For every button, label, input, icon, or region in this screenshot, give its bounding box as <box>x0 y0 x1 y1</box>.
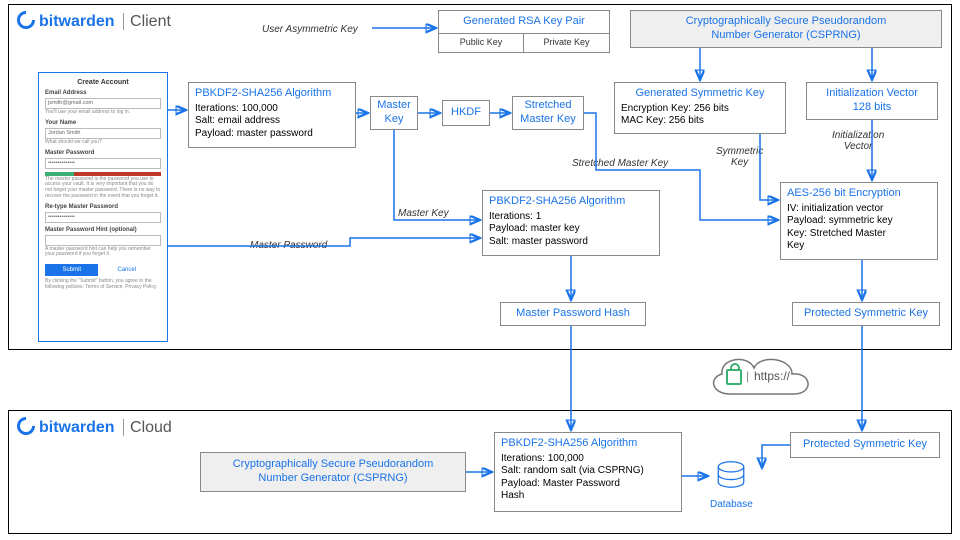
initialization-vector-box: Initialization Vector 128 bits <box>806 82 938 120</box>
client-csprng-box: Cryptographically Secure Pseudorandom Nu… <box>630 10 942 48</box>
symmetric-key-edge-label: Symmetric Key <box>716 146 763 168</box>
master-key-edge-label: Master Key <box>398 208 449 219</box>
hint-label: Master Password Hint (optional) <box>45 227 161 233</box>
database-icon: Database <box>710 460 752 510</box>
name-field[interactable]: Jordan Smith <box>45 128 161 139</box>
brand-shield-icon <box>17 417 35 435</box>
hkdf-box: HKDF <box>442 100 490 126</box>
master-password-edge-label: Master Password <box>250 240 327 251</box>
cloud-region: bitwarden Cloud <box>8 410 952 534</box>
create-account-heading: Create Account <box>45 79 161 86</box>
brand-shield-icon <box>17 11 35 29</box>
password-strength-meter <box>45 172 161 176</box>
pbkdf2-second-box: PBKDF2-SHA256 Algorithm Iterations: 1 Pa… <box>482 190 660 256</box>
master-password-label: Master Password <box>45 150 161 156</box>
lock-icon <box>726 369 742 386</box>
name-label: Your Name <box>45 120 161 126</box>
master-password-hash-box: Master Password Hash <box>500 302 646 326</box>
rsa-public-key-box: Public Key <box>438 33 524 53</box>
hint-help: A master password hint can help you reme… <box>45 247 161 259</box>
cloud-csprng-box: Cryptographically Secure Pseudorandom Nu… <box>200 452 466 492</box>
master-password-field[interactable]: •••••••••••••• <box>45 158 161 169</box>
email-field[interactable]: jsmith@gmail.com <box>45 98 161 109</box>
user-asymmetric-key-label: User Asymmetric Key <box>262 24 358 35</box>
retype-field[interactable]: •••••••••••••• <box>45 212 161 223</box>
generated-symmetric-key-box: Generated Symmetric Key Encryption Key: … <box>614 82 786 134</box>
diagram-canvas: bitwarden Client bitwarden Cloud Create … <box>0 0 960 540</box>
protected-symmetric-key-client-box: Protected Symmetric Key <box>792 302 940 326</box>
hint-field[interactable] <box>45 235 161 246</box>
create-account-form[interactable]: Create Account Email Address jsmith@gmai… <box>38 72 168 342</box>
protected-symmetric-key-cloud-box: Protected Symmetric Key <box>790 432 940 458</box>
cloud-region-title: bitwarden Cloud <box>17 417 172 437</box>
stretched-master-key-label: Stretched Master Key <box>572 158 668 169</box>
cloud-pbkdf2-box: PBKDF2-SHA256 Algorithm Iterations: 100,… <box>494 432 682 512</box>
email-label: Email Address <box>45 90 161 96</box>
pbkdf2-first-box: PBKDF2-SHA256 Algorithm Iterations: 100,… <box>188 82 356 148</box>
client-region-title: bitwarden Client <box>17 11 171 31</box>
name-help: What should we call you? <box>45 140 161 146</box>
initialization-vector-edge-label: Initialization Vector <box>832 130 884 152</box>
aes-box: AES-256 bit Encryption IV: initializatio… <box>780 182 938 260</box>
email-help: You'll use your email address to log in. <box>45 110 161 116</box>
master-password-help: The master password is the password you … <box>45 177 161 200</box>
tos-text: By clicking the "Submit" button, you agr… <box>45 279 161 291</box>
rsa-key-pair-box: Generated RSA Key Pair <box>438 10 610 34</box>
cancel-button[interactable]: Cancel <box>100 264 153 276</box>
rsa-private-key-box: Private Key <box>523 33 610 53</box>
submit-button[interactable]: Submit <box>45 264 98 276</box>
master-key-box: Master Key <box>370 96 418 130</box>
retype-label: Re-type Master Password <box>45 204 161 210</box>
https-cloud-icon: | https:// <box>700 348 820 406</box>
stretched-master-key-box: Stretched Master Key <box>512 96 584 130</box>
